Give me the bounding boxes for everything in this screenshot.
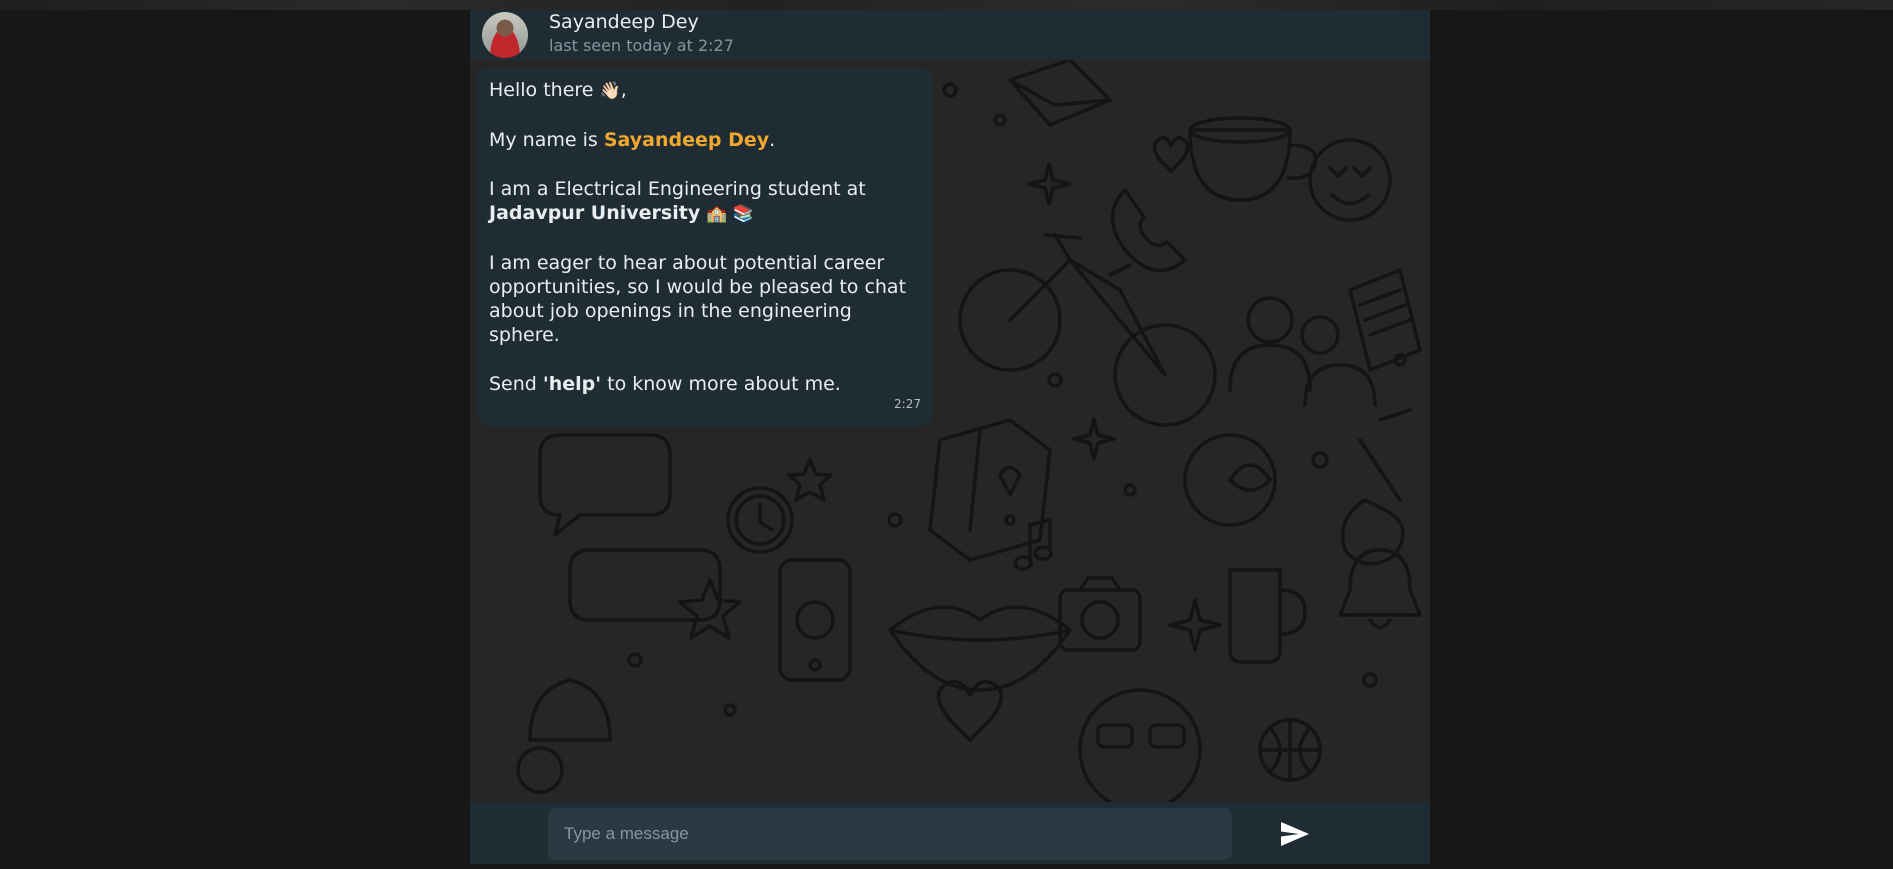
help-keyword: 'help': [542, 373, 602, 395]
message-intro: My name is Sayandeep Dey.: [489, 129, 776, 151]
waving-hand-icon: 👋🏻: [599, 81, 621, 101]
contact-name: Sayandeep Dey: [549, 11, 699, 33]
send-icon: [1281, 822, 1309, 846]
message-greeting: Hello there 👋🏻,: [489, 79, 627, 101]
message-help: Send 'help' to know more about me.: [489, 373, 841, 395]
message-composer: [470, 802, 1430, 864]
message-bubble[interactable]: Hello there 👋🏻, My name is Sayandeep Dey…: [477, 68, 933, 426]
message-input[interactable]: [548, 808, 1232, 860]
message-study: I am a Electrical Engineering student at…: [489, 178, 866, 224]
message-timestamp: 2:27: [894, 397, 921, 411]
highlighted-name: Sayandeep Dey: [603, 129, 770, 151]
contact-avatar[interactable]: [482, 12, 528, 58]
send-button[interactable]: [1277, 816, 1313, 852]
message-career: I am eager to hear about potential caree…: [489, 252, 907, 346]
page-top-strip: [0, 0, 1893, 10]
contact-last-seen: last seen today at 2:27: [549, 36, 734, 55]
university-name: Jadavpur University: [489, 202, 701, 224]
school-books-icon: 🏫 📚: [706, 204, 755, 224]
chat-window: Sayandeep Dey last seen today at 2:27 He…: [470, 10, 1430, 864]
chat-header[interactable]: Sayandeep Dey last seen today at 2:27: [470, 10, 1430, 60]
